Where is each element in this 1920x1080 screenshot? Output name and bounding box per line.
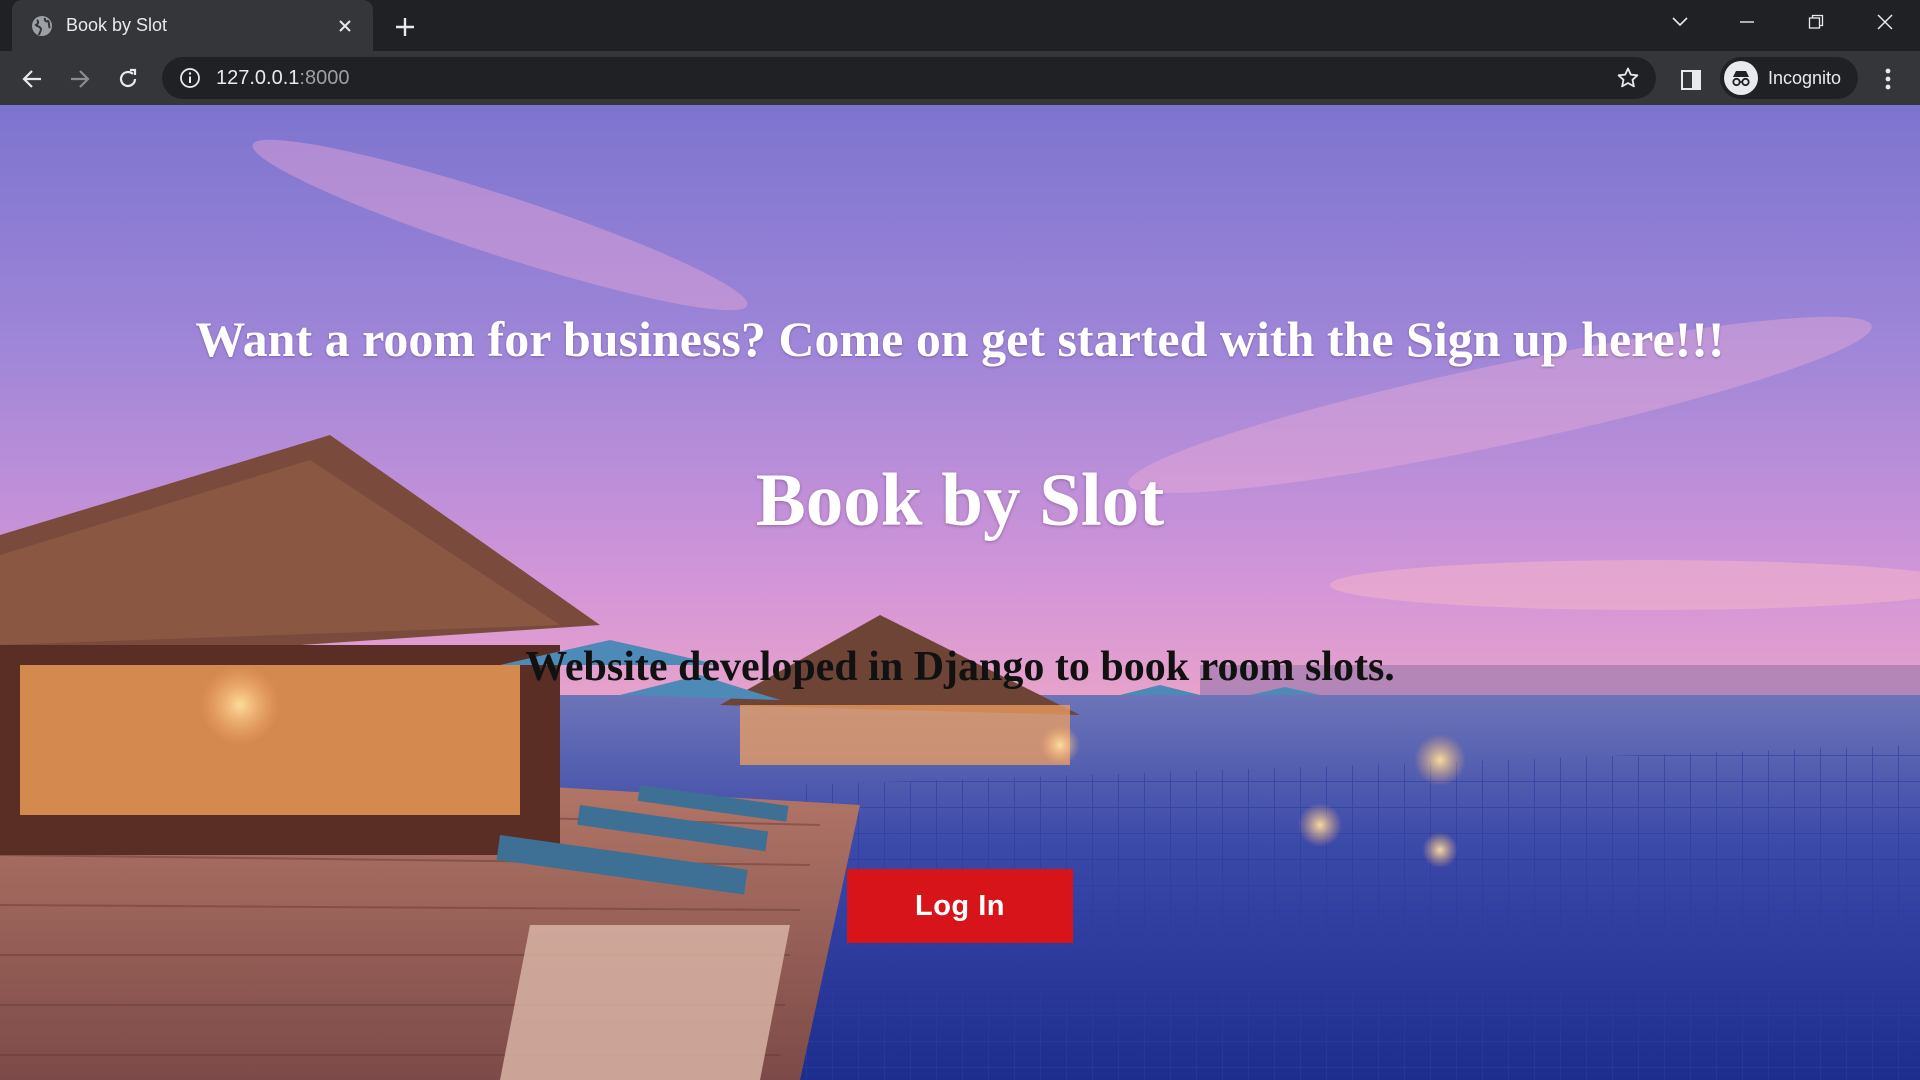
url-port: :8000 [299,66,350,89]
globe-icon [32,15,52,36]
restore-button[interactable] [1786,0,1846,44]
minimize-button[interactable] [1717,0,1777,44]
site-subtitle: Website developed in Django to book room… [525,644,1395,690]
url-host: 127.0.0.1 [216,66,300,89]
reload-button[interactable] [110,61,146,97]
side-panel-button[interactable] [1674,63,1708,97]
incognito-label: Incognito [1768,67,1842,88]
url-text[interactable]: 127.0.0.1:8000 [216,67,1614,90]
tab-search-button[interactable] [1650,0,1710,44]
new-tab-button[interactable] [388,10,422,44]
browser-tab[interactable]: Book by Slot [12,0,373,51]
close-window-button[interactable] [1855,0,1915,44]
incognito-icon [1724,61,1758,95]
reload-icon [119,68,137,88]
kebab-menu-icon [1885,68,1891,90]
back-button[interactable] [14,61,50,97]
plus-icon [396,18,414,36]
forward-button[interactable] [62,61,98,97]
info-icon[interactable] [178,66,202,90]
close-icon [1877,14,1893,30]
site-title: Book by Slot [755,459,1165,542]
star-icon [1617,67,1639,88]
browser-menu-button[interactable] [1870,61,1906,97]
forward-arrow-icon [71,70,90,88]
close-icon[interactable] [331,12,359,40]
minimize-icon [1740,21,1754,23]
side-panel-icon [1681,70,1701,90]
tab-title: Book by Slot [66,15,168,35]
bookmark-button[interactable] [1614,64,1642,92]
login-button[interactable]: Log In [847,869,1073,943]
incognito-profile-button[interactable]: Incognito [1720,57,1858,99]
chevron-down-icon [1672,17,1688,27]
browser-toolbar: 127.0.0.1:8000 Incognito [0,51,1920,105]
tagline-heading: Want a room for business? Come on get st… [195,311,1725,367]
tab-strip: Book by Slot [0,0,1920,51]
page-viewport: Want a room for business? Come on get st… [0,105,1920,1080]
restore-icon [1808,14,1824,29]
address-bar[interactable]: 127.0.0.1:8000 [162,57,1656,99]
back-arrow-icon [22,70,41,88]
